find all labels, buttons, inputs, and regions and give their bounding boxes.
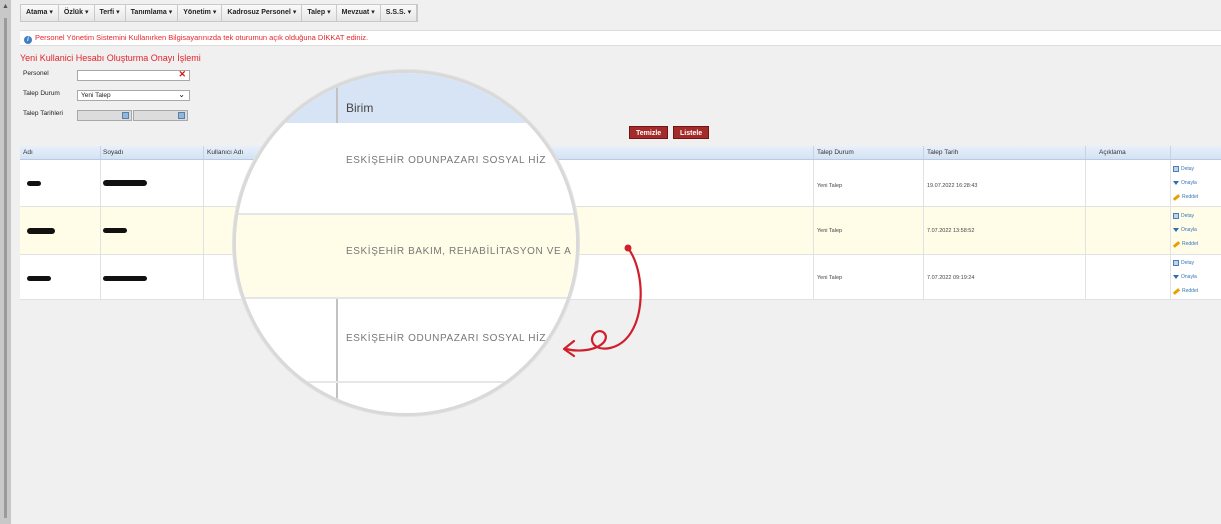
table-row[interactable]: Yeni Talep 19.07.2022 16:28:43 Detay Ona… xyxy=(20,160,1221,207)
chevron-down-icon: ▾ xyxy=(168,9,173,16)
chevron-down-icon: ▾ xyxy=(212,9,217,16)
vertical-scrollbar[interactable]: ▲ xyxy=(0,0,11,524)
info-icon: i xyxy=(24,36,32,44)
detay-link[interactable]: Detay xyxy=(1173,162,1198,176)
redacted-name xyxy=(27,181,41,186)
clear-icon[interactable]: ✕ xyxy=(178,70,186,79)
document-icon xyxy=(1173,166,1179,172)
menu-talep[interactable]: Talep ▾ xyxy=(302,5,337,21)
calendar-icon[interactable] xyxy=(178,112,185,119)
annotation-arrow-icon xyxy=(562,244,642,358)
row-date: 19.07.2022 16:28:43 xyxy=(927,183,978,189)
magnifier-header xyxy=(236,73,576,123)
menu-terfi[interactable]: Terfi ▾ xyxy=(95,5,126,21)
scrollbar-thumb[interactable] xyxy=(4,18,7,518)
header-soyadi: Soyadı xyxy=(103,149,124,156)
redacted-surname xyxy=(103,228,127,233)
magnifier-header-birim: Birim xyxy=(346,101,374,115)
talep-durum-value: Yeni Talep xyxy=(81,92,111,99)
approve-arrow-icon xyxy=(1173,275,1179,279)
onayla-link[interactable]: Onayla xyxy=(1173,223,1198,237)
header-adi: Adı xyxy=(23,149,33,156)
chevron-down-icon[interactable]: ⌄ xyxy=(178,90,185,99)
menu-kadrosuz-personel[interactable]: Kadrosuz Personel ▾ xyxy=(222,5,303,21)
main-content: Atama ▾ Özlük ▾ Terfi ▾ Tanımlama ▾ Yönetim ▾… xyxy=(20,0,1221,524)
reddet-link[interactable]: Reddet xyxy=(1172,284,1198,298)
personel-input[interactable]: ✕ xyxy=(77,70,190,81)
end-date-input[interactable] xyxy=(133,110,188,121)
notice-text: Personel Yönetim Sistemini Kullanırken B… xyxy=(35,33,369,42)
magnifier-row-birim: ESKİŞEHİR ODUNPAZARI SOSYAL HİZ xyxy=(346,333,547,344)
row-status: Yeni Talep xyxy=(817,183,843,189)
menu-atama[interactable]: Atama ▾ xyxy=(21,5,59,21)
row-status: Yeni Talep xyxy=(817,275,843,281)
pencil-icon xyxy=(1172,193,1181,201)
row-date: 7.07.2022 13:58:52 xyxy=(927,228,975,234)
row-actions: Detay Onayla Reddet xyxy=(1172,162,1198,204)
redacted-name xyxy=(27,228,55,234)
menu-sss[interactable]: S.S.S. ▾ xyxy=(381,5,418,21)
talep-durum-select[interactable]: Yeni Talep ⌄ xyxy=(77,90,190,101)
onayla-link[interactable]: Onayla xyxy=(1173,270,1198,284)
chevron-down-icon: ▾ xyxy=(407,9,412,16)
document-icon xyxy=(1173,213,1179,219)
row-status: Yeni Talep xyxy=(817,228,843,234)
chevron-down-icon: ▾ xyxy=(116,9,120,16)
top-menu-bar: Atama ▾ Özlük ▾ Terfi ▾ Tanımlama ▾ Yönetim ▾… xyxy=(20,4,419,22)
row-actions: Detay Onayla Reddet xyxy=(1172,209,1198,251)
listele-button[interactable]: Listele xyxy=(673,126,710,139)
document-icon xyxy=(1173,260,1179,266)
approve-arrow-icon xyxy=(1173,181,1179,185)
reddet-link[interactable]: Reddet xyxy=(1172,190,1198,204)
warning-notice: i Personel Yönetim Sistemini Kullanırken … xyxy=(20,30,1221,46)
pencil-icon xyxy=(1172,287,1181,295)
chevron-down-icon: ▾ xyxy=(327,9,331,16)
chevron-down-icon: ▾ xyxy=(84,9,89,16)
chevron-down-icon: ▾ xyxy=(371,9,375,16)
pencil-icon xyxy=(1172,240,1181,248)
approve-arrow-icon xyxy=(1173,228,1179,232)
page-title: Yeni Kullanici Hesabı Oluşturma Onayı İş… xyxy=(20,53,201,63)
chevron-down-icon: ▾ xyxy=(292,9,297,16)
magnifier-row-birim: ESKİŞEHİR ODUNPAZARI SOSYAL HİZ xyxy=(346,155,547,166)
menu-tanimlama[interactable]: Tanımlama ▾ xyxy=(126,5,179,21)
talep-durum-label: Talep Durum xyxy=(23,90,60,97)
reddet-link[interactable]: Reddet xyxy=(1172,237,1198,251)
redacted-surname xyxy=(103,276,147,281)
menu-ozluk[interactable]: Özlük ▾ xyxy=(59,5,95,21)
table-header: Adı Soyadı Kullanıcı Adı Talep Durum Tal… xyxy=(20,146,1221,160)
personel-label: Personel xyxy=(23,70,49,77)
row-date: 7.07.2022 09:19:24 xyxy=(927,275,975,281)
header-talep-tarih: Talep Tarih xyxy=(927,149,959,156)
calendar-icon[interactable] xyxy=(122,112,129,119)
header-aciklama: Açıklama xyxy=(1099,149,1126,156)
menu-mevzuat[interactable]: Mevzuat ▾ xyxy=(337,5,381,21)
start-date-input[interactable] xyxy=(77,110,132,121)
row-actions: Detay Onayla Reddet xyxy=(1172,256,1198,298)
onayla-link[interactable]: Onayla xyxy=(1173,176,1198,190)
talep-tarihleri-label: Talep Tarihleri xyxy=(23,110,63,117)
temizle-button[interactable]: Temizle xyxy=(629,126,669,139)
chevron-down-icon: ▾ xyxy=(49,9,53,16)
header-talep-durum: Talep Durum xyxy=(817,149,854,156)
redacted-name xyxy=(27,276,51,281)
redacted-surname xyxy=(103,180,147,186)
magnifier-overlay: Birim ESKİŞEHİR ODUNPAZARI SOSYAL HİZ ES… xyxy=(233,70,579,416)
detay-link[interactable]: Detay xyxy=(1173,256,1198,270)
scroll-up-arrow-icon[interactable]: ▲ xyxy=(2,3,9,10)
detay-link[interactable]: Detay xyxy=(1173,209,1198,223)
menu-yonetim[interactable]: Yönetim ▾ xyxy=(178,5,223,21)
